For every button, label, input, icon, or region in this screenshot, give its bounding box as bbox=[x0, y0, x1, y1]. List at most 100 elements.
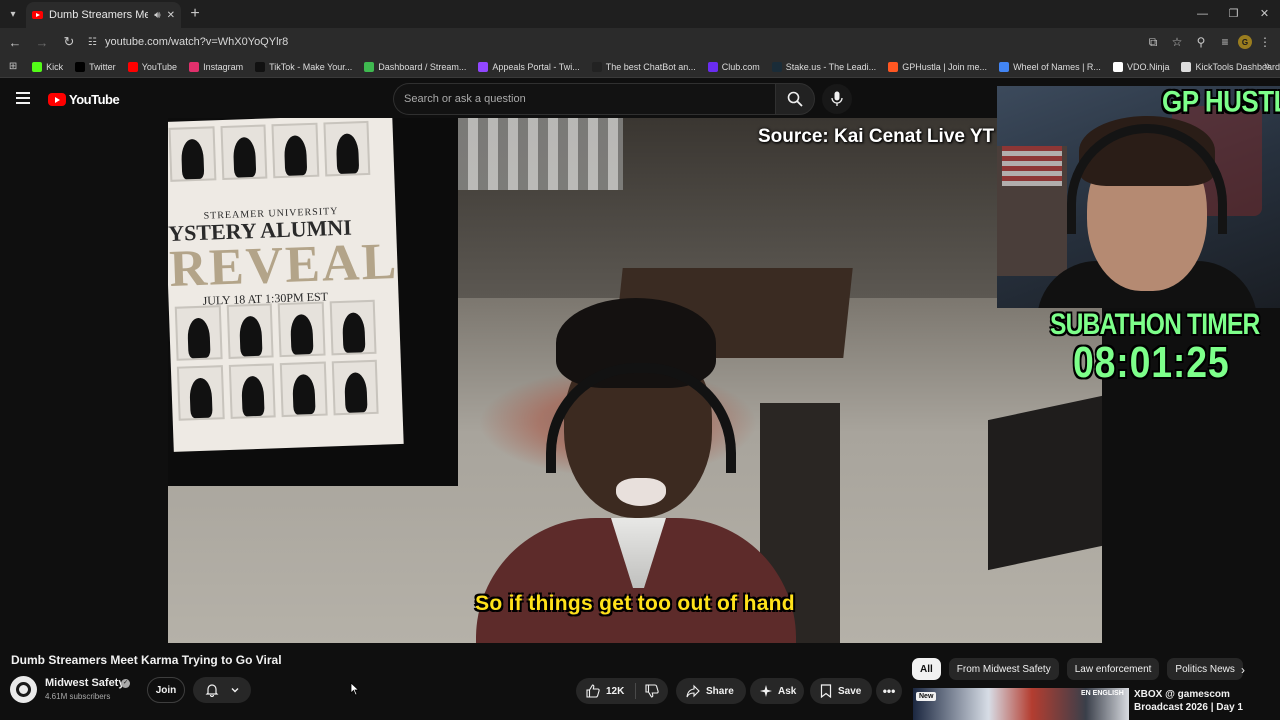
bookmark-list: Kick Twitter YouTube Instagram TikTok - Make… bbox=[20, 61, 1280, 72]
video-caption: So if things get too out of hand bbox=[475, 592, 795, 615]
toolbar-actions: ⧉ ☆ ⚲ ≡ G ⋮ bbox=[1142, 30, 1276, 54]
bookmark-favicon-icon bbox=[999, 61, 1010, 72]
browser-toolbar: ← → ↻ ☷ youtube.com/watch?v=WhX0YoQYlr8 … bbox=[0, 28, 1280, 56]
browser-tab-active[interactable]: Dumb Streamers Meet Karma Trying to Go V… bbox=[26, 2, 181, 28]
bookmark-label: Appeals Portal - Twi... bbox=[492, 61, 580, 72]
recommended-video-thumbnail[interactable]: New EN ENGLISH bbox=[913, 688, 1129, 720]
more-bookmarks-icon[interactable]: » bbox=[1264, 60, 1270, 72]
bookmark-label: Dashboard / Stream... bbox=[378, 61, 467, 72]
bookmark-item[interactable]: Instagram bbox=[189, 61, 243, 72]
chevron-right-icon[interactable]: › bbox=[1234, 660, 1252, 680]
like-count: 12K bbox=[606, 685, 625, 697]
like-button[interactable]: 12K bbox=[576, 683, 636, 699]
bookmark-item[interactable]: TikTok - Make Your... bbox=[255, 61, 353, 72]
share-button[interactable]: Share bbox=[676, 678, 746, 704]
bookmark-label: Kick bbox=[46, 61, 64, 72]
bookmark-item[interactable]: Wheel of Names | R... bbox=[999, 61, 1101, 72]
bookmark-item[interactable]: Stake.us - The Leadi... bbox=[771, 61, 877, 72]
share-label: Share bbox=[706, 685, 734, 697]
apps-grid-icon[interactable]: ⊞ bbox=[6, 61, 20, 72]
bookmark-favicon-icon bbox=[771, 61, 782, 72]
bookmark-favicon-icon bbox=[255, 61, 266, 72]
filter-chip[interactable]: All bbox=[912, 658, 941, 680]
bookmark-label: Club.com bbox=[721, 61, 760, 72]
forward-button[interactable]: → bbox=[30, 30, 54, 54]
profile-avatar[interactable]: G bbox=[1238, 35, 1252, 49]
bookmark-item[interactable]: The best ChatBot an... bbox=[591, 61, 696, 72]
site-info-icon[interactable]: ☷ bbox=[88, 37, 97, 48]
search-button[interactable] bbox=[775, 83, 815, 115]
bookmark-favicon-icon bbox=[127, 61, 138, 72]
reload-button[interactable]: ↻ bbox=[57, 30, 81, 54]
poster-reveal: REVEAL bbox=[168, 232, 400, 298]
channel-name[interactable]: Midwest Safety bbox=[45, 677, 124, 689]
youtube-logo[interactable]: YouTube bbox=[48, 92, 120, 107]
subscribed-button[interactable] bbox=[193, 677, 251, 703]
bookmark-item[interactable]: Appeals Portal - Twi... bbox=[478, 61, 580, 72]
filter-chip[interactable]: From Midwest Safety bbox=[948, 658, 1059, 680]
save-button[interactable]: Save bbox=[810, 678, 872, 704]
join-button[interactable]: Join bbox=[147, 677, 185, 703]
filter-chip[interactable]: Politics News bbox=[1167, 658, 1243, 680]
new-badge: New bbox=[916, 692, 937, 701]
bookmark-label: The best ChatBot an... bbox=[605, 61, 696, 72]
bookmark-label: Twitter bbox=[89, 61, 116, 72]
video-boxes bbox=[988, 395, 1102, 571]
video-streamer bbox=[476, 288, 796, 643]
ask-label: Ask bbox=[778, 685, 797, 697]
close-window-icon[interactable]: ✕ bbox=[1249, 0, 1280, 28]
bookmark-label: GPHustla | Join me... bbox=[902, 61, 988, 72]
more-actions-button[interactable]: ••• bbox=[876, 678, 902, 704]
bookmarks-bar: ⊞ Kick Twitter YouTube Instagram TikTok - Ma… bbox=[0, 56, 1280, 78]
bookmark-favicon-icon bbox=[1181, 61, 1192, 72]
streamer-name-overlay: GP HUSTLA bbox=[1162, 84, 1280, 119]
bookmark-item[interactable]: Club.com bbox=[707, 61, 760, 72]
back-button[interactable]: ← bbox=[3, 30, 27, 54]
restore-icon[interactable]: ❐ bbox=[1218, 0, 1249, 28]
media-controls-icon[interactable]: ≡ bbox=[1214, 30, 1236, 54]
extensions-icon[interactable]: ⚲ bbox=[1190, 30, 1212, 54]
bookmark-item[interactable]: YouTube bbox=[127, 61, 177, 72]
bookmark-star-icon[interactable]: ☆ bbox=[1166, 30, 1188, 54]
share-icon bbox=[686, 684, 700, 698]
tab-search-icon[interactable]: ▾ bbox=[0, 0, 26, 28]
audio-playing-icon[interactable]: 🔊︎ bbox=[154, 10, 160, 21]
bookmark-item[interactable]: Twitter bbox=[75, 61, 116, 72]
channel-avatar[interactable] bbox=[10, 676, 37, 703]
save-label: Save bbox=[838, 685, 862, 697]
bookmark-label: TikTok - Make Your... bbox=[269, 61, 353, 72]
video-title: Dumb Streamers Meet Karma Trying to Go V… bbox=[11, 653, 282, 667]
new-tab-button[interactable]: + bbox=[181, 5, 209, 23]
recommended-video-title[interactable]: XBOX @ gamescom Broadcast 2026 | Day 1 bbox=[1134, 688, 1274, 714]
bookmark-item[interactable]: Dashboard / Stream... bbox=[364, 61, 467, 72]
cast-icon[interactable]: ⧉ bbox=[1142, 30, 1164, 54]
bookmark-item[interactable]: Kick bbox=[32, 61, 64, 72]
voice-search-button[interactable] bbox=[822, 84, 852, 114]
youtube-play-logo-icon bbox=[48, 93, 66, 106]
search-input[interactable]: Search or ask a question bbox=[393, 83, 775, 115]
close-tab-icon[interactable]: ✕ bbox=[167, 10, 175, 21]
browser-menu-icon[interactable]: ⋮ bbox=[1254, 30, 1276, 54]
dislike-button[interactable] bbox=[636, 684, 668, 698]
bookmark-icon bbox=[820, 684, 832, 698]
youtube-favicon-icon bbox=[32, 11, 43, 19]
bookmark-favicon-icon bbox=[707, 61, 718, 72]
bookmark-item[interactable]: VDO.Ninja bbox=[1112, 61, 1169, 72]
video-player[interactable]: STREAMER UNIVERSITY YSTERY ALUMNI REVEAL… bbox=[168, 118, 1102, 643]
minimize-icon[interactable]: — bbox=[1187, 0, 1218, 28]
filter-chips: All From Midwest Safety Law enforcement Pol… bbox=[912, 658, 1243, 680]
thumbs-down-icon bbox=[645, 684, 659, 698]
bookmark-label: Stake.us - The Leadi... bbox=[785, 61, 877, 72]
bookmark-favicon-icon bbox=[1112, 61, 1123, 72]
browser-tab-strip: ▾ Dumb Streamers Meet Karma Trying to Go… bbox=[0, 0, 1280, 28]
address-bar[interactable]: ☷ youtube.com/watch?v=WhX0YoQYlr8 bbox=[80, 30, 1120, 54]
ask-button[interactable]: Ask bbox=[750, 678, 804, 704]
microphone-icon bbox=[831, 91, 843, 106]
filter-chip[interactable]: Law enforcement bbox=[1066, 658, 1160, 680]
chevron-down-icon bbox=[231, 688, 238, 693]
hamburger-menu-icon[interactable] bbox=[16, 92, 30, 104]
bookmark-item[interactable]: GPHustla | Join me... bbox=[888, 61, 988, 72]
mouse-cursor-icon bbox=[350, 682, 360, 696]
thumbs-up-icon bbox=[586, 684, 600, 698]
poster-panel: STREAMER UNIVERSITY YSTERY ALUMNI REVEAL… bbox=[168, 118, 458, 486]
